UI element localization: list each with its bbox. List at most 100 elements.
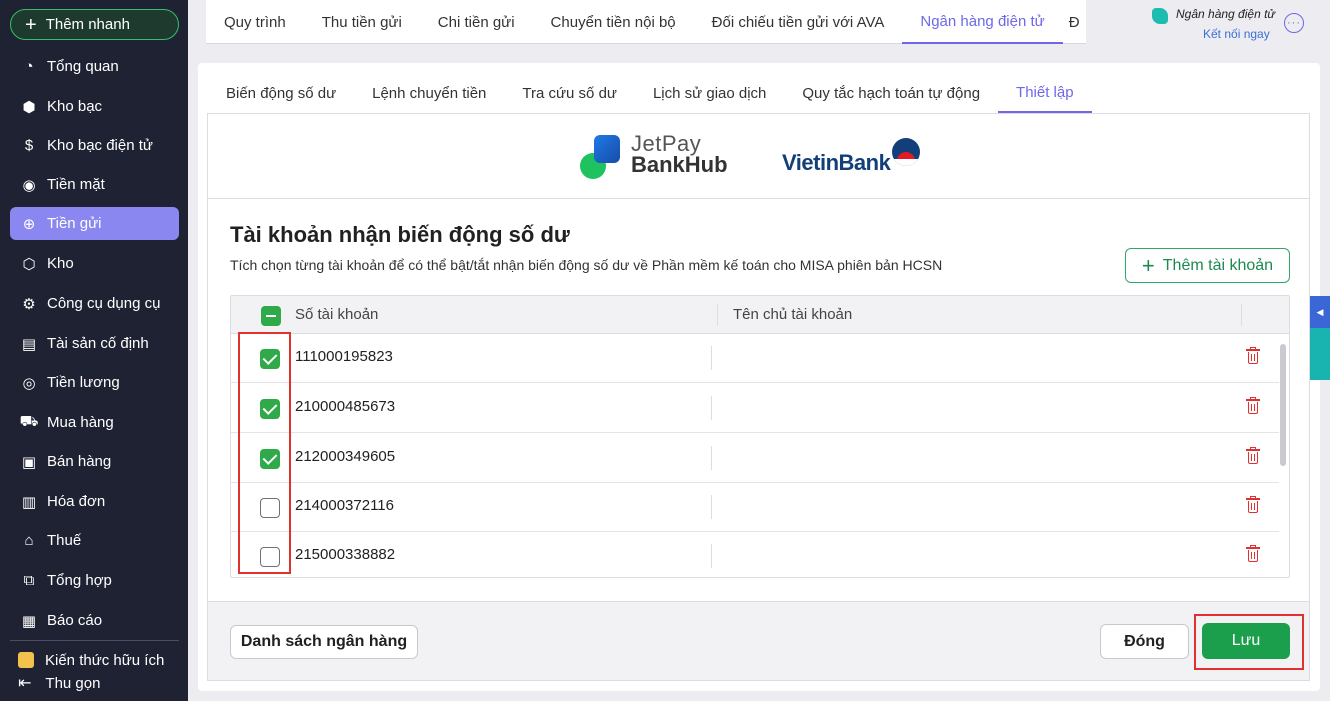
delete-icon[interactable] — [1246, 496, 1260, 514]
more-options-icon[interactable]: ··· — [1284, 13, 1304, 33]
vietinbank-emblem-icon — [892, 138, 920, 166]
caret-left-icon: ◀ — [1310, 296, 1330, 328]
table-row[interactable]: 111000195823 — [231, 334, 1279, 383]
collapse-icon: ⇤ — [18, 675, 32, 692]
tab-overflow[interactable]: Đ — [1063, 0, 1083, 44]
settings-card: JetPay BankHub VietinBank Tài khoản nhận… — [207, 113, 1310, 681]
tab-e-banking[interactable]: Ngân hàng điện tử — [902, 0, 1063, 44]
collapse-sidebar-button[interactable]: ⇤ Thu gọn — [18, 673, 100, 693]
warehouse-icon: ⬡ — [22, 255, 36, 273]
add-account-button[interactable]: + Thêm tài khoản — [1125, 248, 1290, 283]
sidebar-item-purchasing[interactable]: ⛟ Mua hàng — [10, 406, 179, 439]
sidebar-item-fixed-assets[interactable]: ▤ Tài sản cố định — [10, 327, 179, 360]
tab-deposit-receipts[interactable]: Thu tiền gửi — [304, 0, 420, 44]
sidebar-item-invoices[interactable]: ▥ Hóa đơn — [10, 485, 179, 518]
table-row[interactable]: 210000485673 — [231, 384, 1279, 433]
sidebar-item-knowledge[interactable]: Kiến thức hữu ích — [18, 650, 164, 670]
sidebar-item-label: Kho — [47, 255, 74, 272]
vietinbank-text: VietinBank — [782, 150, 891, 175]
sidebar-item-warehouse[interactable]: ⬡ Kho — [10, 247, 179, 280]
e-banking-name: Ngân hàng điện tử — [1176, 7, 1276, 21]
payroll-icon: ◎ — [22, 374, 36, 392]
tab-transfer-orders[interactable]: Lệnh chuyển tiền — [354, 73, 504, 113]
quick-add-button[interactable]: + Thêm nhanh — [10, 9, 179, 40]
table-row[interactable]: 215000338882 — [231, 532, 1279, 577]
delete-icon[interactable] — [1246, 397, 1260, 415]
collapse-label: Thu gọn — [45, 674, 101, 692]
sidebar-item-label: Mua hàng — [47, 414, 114, 431]
jetpay-mark-icon — [580, 135, 624, 179]
top-tabs: Quy trình Thu tiền gửi Chi tiền gửi Chuy… — [206, 0, 1086, 44]
sidebar-item-label: Thuế — [47, 532, 82, 549]
sidebar-item-general[interactable]: ⧉ Tổng hợp — [10, 564, 179, 597]
sidebar-item-label: Kho bạc điện tử — [47, 137, 153, 154]
sidebar-item-reports[interactable]: ▦ Báo cáo — [10, 604, 179, 637]
cash-icon: ◉ — [22, 176, 36, 194]
side-panel-toggle[interactable]: ◀ — [1310, 296, 1330, 380]
bank-list-button[interactable]: Danh sách ngân hàng — [230, 625, 418, 659]
tab-auto-rules[interactable]: Quy tắc hạch toán tự động — [784, 73, 998, 113]
delete-icon[interactable] — [1246, 545, 1260, 563]
tax-icon: ⌂ — [24, 532, 34, 549]
sidebar-item-overview[interactable]: ◔ Tổng quan — [10, 50, 179, 83]
jetpay-logo: JetPay BankHub — [580, 131, 740, 179]
tab-internal-transfer[interactable]: Chuyển tiền nội bộ — [533, 0, 694, 44]
tab-balance-changes[interactable]: Biến động số dư — [208, 73, 354, 113]
sidebar-item-treasury[interactable]: ⬢ Kho bạc — [10, 90, 179, 123]
column-account-number: Số tài khoản — [295, 306, 379, 323]
save-highlight — [1194, 614, 1304, 670]
report-icon: ▦ — [21, 612, 37, 630]
overview-icon: ◔ — [24, 58, 34, 75]
sidebar-item-label: Tiền gửi — [47, 215, 102, 232]
delete-icon[interactable] — [1246, 447, 1260, 465]
section-description: Tích chọn từng tài khoản để có thể bật/t… — [230, 257, 943, 273]
treasury-icon: ⬢ — [22, 98, 36, 116]
table-row[interactable]: 214000372116 — [231, 483, 1279, 532]
sidebar: + Thêm nhanh ◔ Tổng quan ⬢ Kho bạc $ Kho… — [0, 0, 188, 701]
sidebar-item-tools[interactable]: ⚙ Công cụ dụng cụ — [10, 287, 179, 320]
table-scrollbar[interactable] — [1280, 344, 1286, 466]
plus-icon: + — [25, 13, 37, 36]
fixed-assets-icon: ▤ — [21, 335, 37, 353]
e-treasury-icon: $ — [24, 137, 34, 154]
sidebar-divider — [10, 640, 179, 641]
account-number: 215000338882 — [295, 546, 396, 563]
sidebar-item-cash[interactable]: ◉ Tiền mặt — [10, 168, 179, 201]
column-account-owner: Tên chủ tài khoản — [733, 306, 853, 323]
sidebar-item-label: Tiền mặt — [47, 176, 105, 193]
general-icon: ⧉ — [23, 572, 35, 589]
sidebar-item-sales[interactable]: ▣ Bán hàng — [10, 445, 179, 478]
e-banking-widget[interactable]: Ngân hàng điện tử Kết nối ngay — [1150, 6, 1275, 44]
partner-logos: JetPay BankHub VietinBank — [208, 114, 1309, 199]
sidebar-item-payroll[interactable]: ◎ Tiền lương — [10, 366, 179, 399]
tab-transaction-history[interactable]: Lịch sử giao dịch — [635, 73, 784, 113]
deposit-icon: ⊕ — [22, 215, 36, 233]
delete-icon[interactable] — [1246, 347, 1260, 365]
select-all-checkbox[interactable] — [261, 306, 281, 326]
tab-deposit-payments[interactable]: Chi tiền gửi — [420, 0, 533, 44]
sidebar-item-e-treasury[interactable]: $ Kho bạc điện tử — [10, 129, 179, 162]
sub-tabs: Biến động số dư Lệnh chuyển tiền Tra cứu… — [208, 73, 1092, 113]
tab-balance-lookup[interactable]: Tra cứu số dư — [504, 73, 635, 113]
tab-reconcile-ava[interactable]: Đối chiếu tiền gửi với AVA — [694, 0, 903, 44]
add-account-label: Thêm tài khoản — [1162, 256, 1274, 274]
tab-process[interactable]: Quy trình — [206, 0, 304, 44]
sidebar-item-label: Kiến thức hữu ích — [45, 651, 165, 669]
section-title: Tài khoản nhận biến động số dư — [230, 222, 570, 247]
tab-settings[interactable]: Thiết lập — [998, 73, 1092, 113]
account-number: 214000372116 — [295, 497, 394, 514]
sidebar-item-label: Báo cáo — [47, 612, 103, 629]
table-header: Số tài khoản Tên chủ tài khoản — [231, 296, 1289, 334]
sidebar-item-label: Tiền lương — [47, 374, 120, 391]
lightbulb-icon — [18, 652, 34, 668]
footer-bar: Danh sách ngân hàng Đóng Lưu — [208, 601, 1309, 680]
bankhub-text: BankHub — [631, 152, 728, 177]
sidebar-item-label: Công cụ dụng cụ — [47, 295, 161, 312]
connect-now-link[interactable]: Kết nối ngay — [1203, 27, 1270, 41]
accounts-table: Số tài khoản Tên chủ tài khoản 111000195… — [230, 295, 1290, 578]
sidebar-item-tax[interactable]: ⌂ Thuế — [10, 524, 179, 557]
table-row[interactable]: 212000349605 — [231, 434, 1279, 483]
close-button[interactable]: Đóng — [1100, 624, 1189, 659]
sidebar-item-deposits[interactable]: ⊕ Tiền gửi — [10, 207, 179, 240]
sidebar-item-label: Tài sản cố định — [47, 335, 149, 352]
